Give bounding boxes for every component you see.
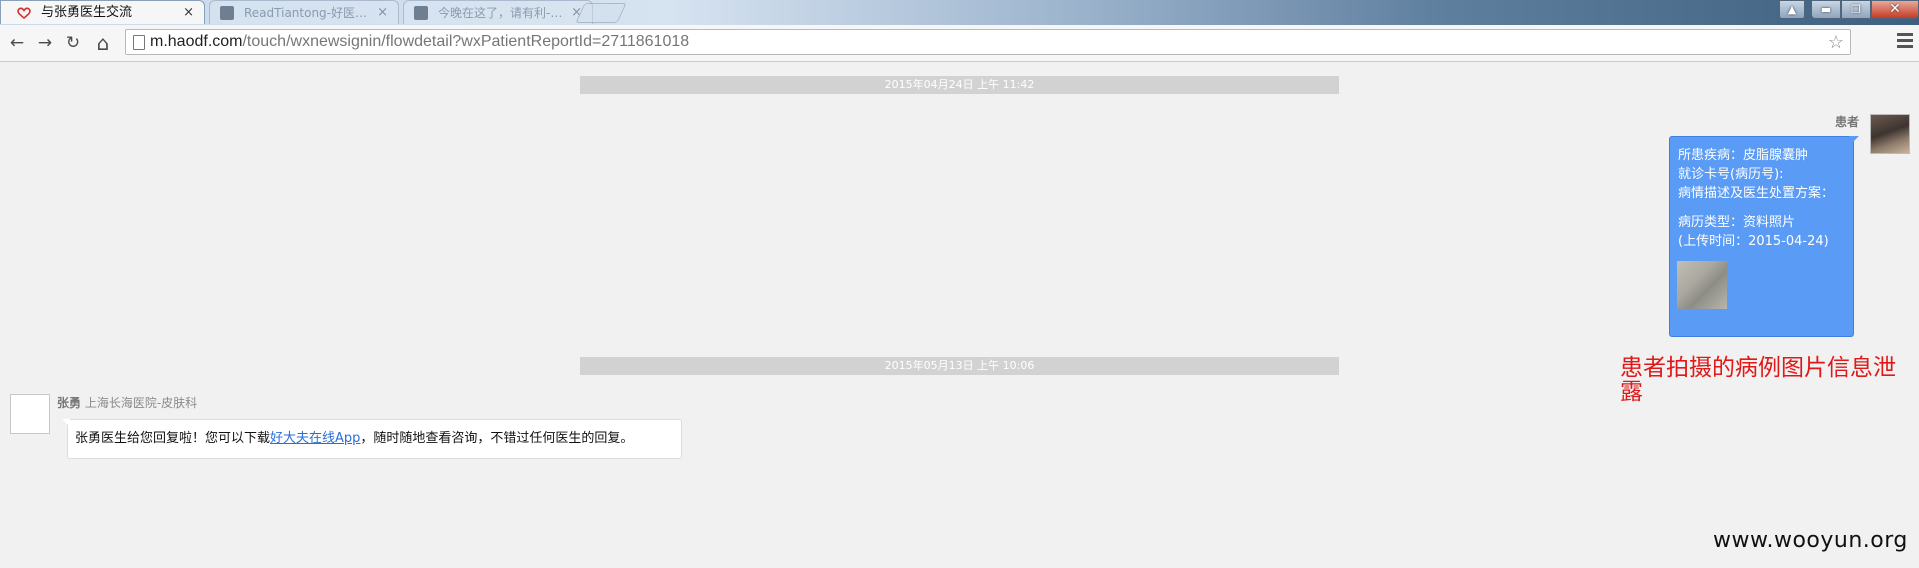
menu-icon[interactable] bbox=[1897, 33, 1913, 51]
tab-close-icon[interactable]: × bbox=[183, 1, 194, 24]
minimize-button[interactable]: ▬ bbox=[1811, 0, 1841, 19]
window-title-bar: 与张勇医生交流 × ReadTiantong-好医… × 今晚在这了，请有利-…… bbox=[0, 0, 1919, 25]
patient-message-bubble: 所患疾病：皮脂腺囊肿 就诊卡号(病历号): 病情描述及医生处置方案： 病历类型：… bbox=[1669, 136, 1854, 337]
bubble-tail bbox=[62, 419, 70, 427]
url-text: m.haodf.com/touch/wxnewsignin/flowdetail… bbox=[150, 30, 689, 54]
profile-icon[interactable]: ▲ bbox=[1779, 0, 1805, 19]
tab-active[interactable]: 与张勇医生交流 × bbox=[0, 0, 205, 24]
url-host: m.haodf.com bbox=[150, 33, 243, 50]
reload-icon[interactable]: ↻ bbox=[62, 32, 84, 54]
maximize-button[interactable]: ❐ bbox=[1841, 0, 1871, 19]
message-text: 张勇医生给您回复啦！您可以下载 bbox=[75, 431, 271, 446]
doctor-avatar bbox=[10, 394, 50, 434]
new-tab-button[interactable] bbox=[575, 3, 627, 23]
doctor-hospital: 上海长海医院-皮肤科 bbox=[84, 396, 198, 410]
tab-title: 与张勇医生交流 bbox=[41, 5, 133, 20]
watermark: www.wooyun.org bbox=[1713, 528, 1908, 553]
doctor-message-bubble: 张勇医生给您回复啦！您可以下载好大夫在线App，随时随地查看咨询，不错过任何医生… bbox=[67, 419, 682, 459]
timestamp-bar: 2015年05月13日 上午 10:06 bbox=[580, 357, 1339, 375]
page-icon bbox=[220, 6, 234, 20]
doctor-info: 张勇 上海长海医院-皮肤科 bbox=[57, 394, 197, 411]
tab-close-icon[interactable]: × bbox=[377, 1, 388, 24]
window-controls: ▲ ▬ ❐ ✕ bbox=[1779, 0, 1919, 20]
red-annotation: 患者拍摄的病例图片信息泄露 bbox=[1620, 355, 1896, 405]
message-text: ，随时随地查看咨询，不错过任何医生的回复。 bbox=[360, 431, 634, 446]
address-bar[interactable]: m.haodf.com/touch/wxnewsignin/flowdetail… bbox=[125, 29, 1851, 55]
disease-line: 所患疾病：皮脂腺囊肿 bbox=[1678, 148, 1809, 163]
back-icon[interactable]: ← bbox=[6, 32, 28, 54]
timestamp-bar: 2015年04月24日 上午 11:42 bbox=[580, 76, 1339, 94]
page-icon bbox=[133, 35, 145, 50]
tab-inactive[interactable]: 今晚在这了，请有利-… × bbox=[403, 0, 593, 24]
browser-toolbar: ← → ↻ ⌂ m.haodf.com/touch/wxnewsignin/fl… bbox=[0, 25, 1919, 62]
patient-label: 患者 bbox=[1835, 115, 1860, 129]
tab-inactive[interactable]: ReadTiantong-好医… × bbox=[209, 0, 399, 24]
page-icon bbox=[414, 6, 428, 20]
bubble-tail bbox=[1849, 136, 1859, 146]
url-path: /touch/wxnewsignin/flowdetail?wxPatientR… bbox=[242, 33, 690, 50]
download-app-link[interactable]: 好大夫在线App bbox=[270, 431, 360, 446]
tab-title: ReadTiantong-好医… bbox=[244, 6, 368, 20]
doctor-name: 张勇 bbox=[57, 396, 82, 410]
record-number-line: 就诊卡号(病历号): bbox=[1678, 167, 1784, 182]
description-line: 病情描述及医生处置方案： bbox=[1678, 186, 1835, 201]
record-type-line: 病历类型：资料照片 bbox=[1678, 215, 1796, 230]
haodf-favicon-icon bbox=[17, 7, 31, 19]
upload-time-line: (上传时间：2015-04-24) bbox=[1678, 234, 1829, 249]
home-icon[interactable]: ⌂ bbox=[92, 32, 114, 54]
bookmark-star-icon[interactable]: ☆ bbox=[1828, 30, 1844, 54]
close-window-button[interactable]: ✕ bbox=[1871, 0, 1919, 19]
patient-avatar bbox=[1870, 114, 1910, 154]
forward-icon[interactable]: → bbox=[34, 32, 56, 54]
tab-title: 今晚在这了，请有利-… bbox=[438, 6, 563, 20]
case-photo-thumbnail[interactable] bbox=[1677, 261, 1727, 309]
